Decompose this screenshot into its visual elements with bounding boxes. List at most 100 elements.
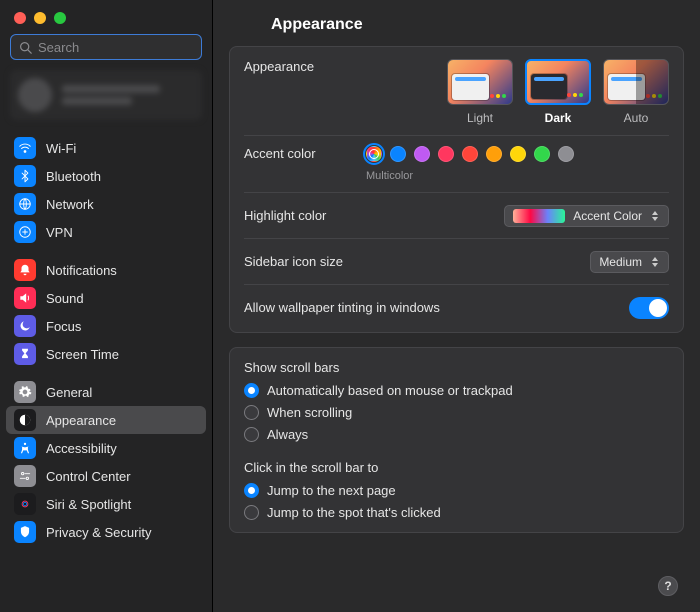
theme-label: Light xyxy=(467,111,493,125)
siri-icon xyxy=(14,493,36,515)
sidebar-item-vpn[interactable]: VPN xyxy=(6,218,206,246)
theme-option-dark[interactable]: Dark xyxy=(525,59,591,125)
sidebar-item-general[interactable]: General xyxy=(6,378,206,406)
radio-label: Automatically based on mouse or trackpad xyxy=(267,383,513,398)
sidebar-item-bluetooth[interactable]: Bluetooth xyxy=(6,162,206,190)
accent-label: Accent color xyxy=(244,146,366,161)
sidebar-item-accessibility[interactable]: Accessibility xyxy=(6,434,206,462)
sidebar-item-wifi[interactable]: Wi-Fi xyxy=(6,134,206,162)
sidebar-item-sound[interactable]: Sound xyxy=(6,284,206,312)
sidebar-nav: Wi-Fi Bluetooth Network VPN Notifications Sou… xyxy=(0,124,212,612)
sidebar-item-label: Siri & Spotlight xyxy=(46,497,131,512)
sidebar-item-siri[interactable]: Siri & Spotlight xyxy=(6,490,206,518)
sidebar-item-label: Focus xyxy=(46,319,81,334)
accent-swatch-red[interactable] xyxy=(462,146,478,162)
show-scrollbars-option-when[interactable]: When scrolling xyxy=(244,405,669,420)
sidebar-item-network[interactable]: Network xyxy=(6,190,206,218)
sidebar-item-screentime[interactable]: Screen Time xyxy=(6,340,206,368)
search-field[interactable] xyxy=(10,34,202,60)
sidebar-item-label: Bluetooth xyxy=(46,169,101,184)
sidebar-item-label: Network xyxy=(46,197,94,212)
wifi-icon xyxy=(14,137,36,159)
scrollbars-panel: Show scroll bars Automatically based on … xyxy=(229,347,684,533)
accent-swatch-multicolor[interactable] xyxy=(366,146,382,162)
sidebar: Wi-Fi Bluetooth Network VPN Notifications Sou… xyxy=(0,0,213,612)
theme-label: Auto xyxy=(624,111,649,125)
theme-option-auto[interactable]: Auto xyxy=(603,59,669,125)
sidebar-item-label: Screen Time xyxy=(46,347,119,362)
radio-button[interactable] xyxy=(244,405,259,420)
help-button[interactable]: ? xyxy=(658,576,678,596)
screentime-icon xyxy=(14,343,36,365)
theme-option-light[interactable]: Light xyxy=(447,59,513,125)
accent-swatch-green[interactable] xyxy=(534,146,550,162)
search-icon xyxy=(19,41,32,54)
theme-thumbnail xyxy=(447,59,513,105)
wallpaper-tint-label: Allow wallpaper tinting in windows xyxy=(244,300,629,315)
apple-id-card[interactable] xyxy=(10,70,202,120)
appearance-panel: Appearance Light Dark Auto Accent color Mu… xyxy=(229,46,684,333)
controlcenter-icon xyxy=(14,465,36,487)
sidebar-item-label: Sound xyxy=(46,291,84,306)
minimize-button[interactable] xyxy=(34,12,46,24)
highlight-value: Accent Color xyxy=(573,209,642,223)
sidebar-item-label: Control Center xyxy=(46,469,131,484)
sidebar-item-label: General xyxy=(46,385,92,400)
focus-icon xyxy=(14,315,36,337)
sidebar-item-privacy[interactable]: Privacy & Security xyxy=(6,518,206,546)
show-scrollbars-group: Automatically based on mouse or trackpad… xyxy=(244,383,669,442)
sidebar-item-label: Privacy & Security xyxy=(46,525,151,540)
appearance-label: Appearance xyxy=(244,59,366,74)
sidebar-icon-size-value: Medium xyxy=(599,255,642,269)
sidebar-item-label: Accessibility xyxy=(46,441,117,456)
accent-swatch-yellow[interactable] xyxy=(510,146,526,162)
sound-icon xyxy=(14,287,36,309)
notifications-icon xyxy=(14,259,36,281)
highlight-label: Highlight color xyxy=(244,208,366,223)
sidebar-icon-size-dropdown[interactable]: Medium xyxy=(590,251,669,273)
sidebar-item-appearance[interactable]: Appearance xyxy=(6,406,206,434)
sidebar-item-notifications[interactable]: Notifications xyxy=(6,256,206,284)
click-scrollbar-option-page[interactable]: Jump to the next page xyxy=(244,483,669,498)
click-scrollbar-label: Click in the scroll bar to xyxy=(244,460,669,475)
window-controls xyxy=(0,8,212,34)
click-scrollbar-option-spot[interactable]: Jump to the spot that's clicked xyxy=(244,505,669,520)
show-scrollbars-label: Show scroll bars xyxy=(244,360,669,375)
bluetooth-icon xyxy=(14,165,36,187)
radio-label: Always xyxy=(267,427,308,442)
general-icon xyxy=(14,381,36,403)
click-scrollbar-group: Jump to the next page Jump to the spot th… xyxy=(244,483,669,520)
sidebar-item-label: Notifications xyxy=(46,263,117,278)
appearance-icon xyxy=(14,409,36,431)
accent-swatch-blue[interactable] xyxy=(390,146,406,162)
accent-swatch-pink[interactable] xyxy=(438,146,454,162)
network-icon xyxy=(14,193,36,215)
privacy-icon xyxy=(14,521,36,543)
zoom-button[interactable] xyxy=(54,12,66,24)
radio-label: Jump to the spot that's clicked xyxy=(267,505,441,520)
content-pane: Appearance Appearance Light Dark Auto Acce… xyxy=(213,0,700,612)
accent-swatch-purple[interactable] xyxy=(414,146,430,162)
accent-swatch-orange[interactable] xyxy=(486,146,502,162)
sidebar-item-focus[interactable]: Focus xyxy=(6,312,206,340)
chevron-updown-icon xyxy=(648,208,662,224)
radio-label: Jump to the next page xyxy=(267,483,396,498)
accessibility-icon xyxy=(14,437,36,459)
show-scrollbars-option-auto[interactable]: Automatically based on mouse or trackpad xyxy=(244,383,669,398)
highlight-color-dropdown[interactable]: Accent Color xyxy=(504,205,669,227)
close-button[interactable] xyxy=(14,12,26,24)
accent-swatch-graphite[interactable] xyxy=(558,146,574,162)
show-scrollbars-option-always[interactable]: Always xyxy=(244,427,669,442)
radio-button[interactable] xyxy=(244,383,259,398)
theme-thumbnail xyxy=(603,59,669,105)
radio-button[interactable] xyxy=(244,505,259,520)
accent-swatches xyxy=(366,146,574,162)
search-input[interactable] xyxy=(38,40,214,55)
sidebar-item-label: Wi-Fi xyxy=(46,141,76,156)
theme-thumbnail xyxy=(525,59,591,105)
wallpaper-tint-toggle[interactable] xyxy=(629,297,669,319)
accent-selected-name: Multicolor xyxy=(366,170,413,182)
radio-button[interactable] xyxy=(244,483,259,498)
sidebar-item-controlcenter[interactable]: Control Center xyxy=(6,462,206,490)
radio-button[interactable] xyxy=(244,427,259,442)
